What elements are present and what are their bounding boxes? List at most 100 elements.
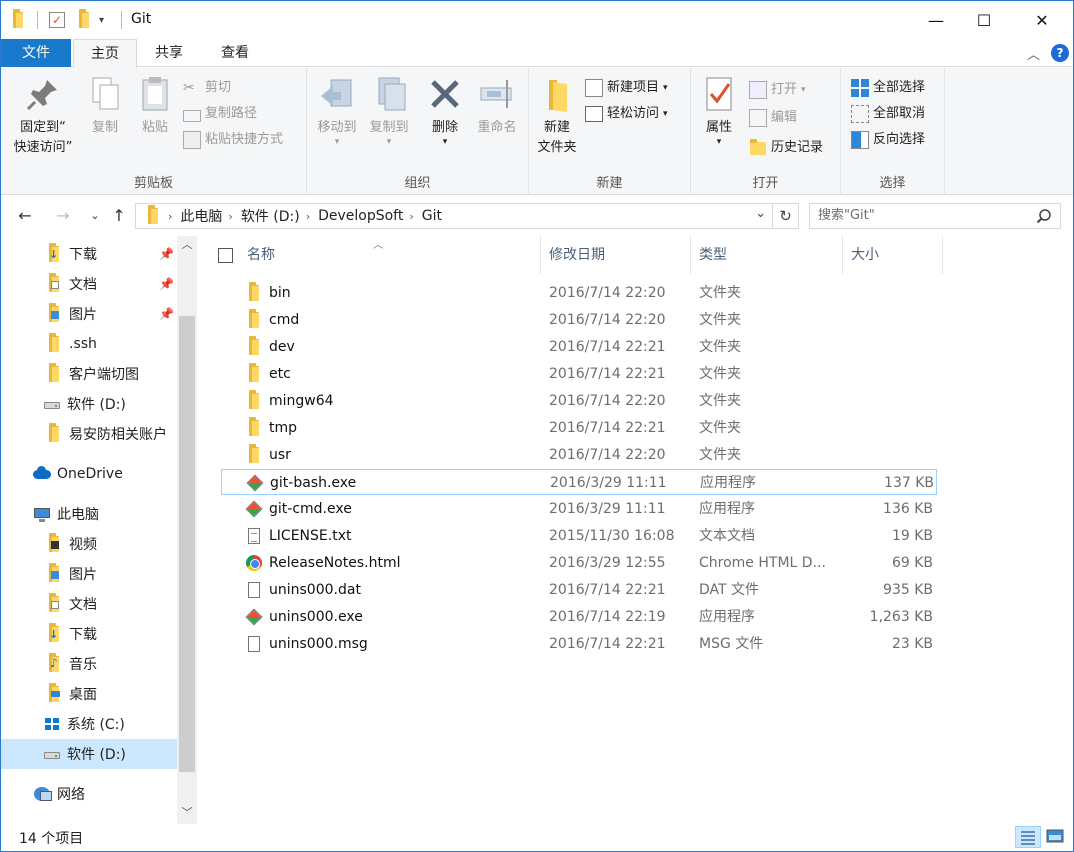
move-to-button[interactable]: 移动到 ▾ — [311, 74, 363, 147]
file-row[interactable]: git-bash.exe 2016/3/29 11:11 应用程序 137 KB — [221, 469, 937, 495]
file-row[interactable]: unins000.dat 2016/7/14 22:21 DAT 文件 935 KB — [221, 577, 937, 603]
nav-scrollbar-thumb[interactable] — [179, 316, 195, 772]
file-row[interactable]: git-cmd.exe 2016/3/29 11:11 应用程序 136 KB — [221, 496, 937, 522]
nav-item-music[interactable]: ♪ 音乐 — [1, 649, 177, 679]
scroll-up-icon[interactable]: ︿ — [177, 236, 197, 254]
file-row[interactable]: tmp 2016/7/14 22:21 文件夹 — [221, 415, 937, 441]
nav-item-quick-downloads[interactable]: ↓ 下载 📌 — [1, 239, 177, 269]
tab-file[interactable]: 文件 — [1, 39, 71, 67]
nav-item-pictures[interactable]: 图片 — [1, 559, 177, 589]
pinned-icon: 📌 — [159, 307, 174, 321]
new-folder-button[interactable]: 新建 文件夹 — [531, 74, 583, 158]
paste-shortcut-button[interactable]: 粘贴快捷方式 — [183, 128, 283, 152]
help-button[interactable]: ? — [1051, 44, 1069, 62]
new-item-button[interactable]: 新建项目 ▾ — [585, 76, 668, 100]
nav-item-quick-documents[interactable]: 文档 📌 — [1, 269, 177, 299]
scroll-down-icon[interactable]: ﹀ — [177, 804, 197, 822]
tab-home[interactable]: 主页 — [73, 39, 137, 68]
nav-item-drive-d[interactable]: 软件 (D:) — [1, 739, 177, 769]
nav-scrollbar[interactable]: ︿ ﹀ — [177, 236, 197, 824]
pin-quick-access-button[interactable]: 固定到“ 快速访问” — [9, 74, 77, 158]
open-button[interactable]: 打开 ▾ — [749, 78, 806, 102]
delete-button[interactable]: 删除 ▾ — [421, 74, 469, 147]
properties-button[interactable]: 属性 ▾ — [695, 74, 743, 147]
pinned-icon: 📌 — [159, 277, 174, 291]
minimize-button[interactable]: — — [913, 1, 959, 39]
file-row[interactable]: cmd 2016/7/14 22:20 文件夹 — [221, 307, 937, 333]
search-input[interactable]: 搜索"Git" — [809, 203, 1061, 229]
nav-item-documents[interactable]: 文档 — [1, 589, 177, 619]
paste-button[interactable]: 粘贴 — [133, 74, 177, 138]
column-header-name[interactable]: 名称 — [239, 236, 541, 274]
nav-item-downloads[interactable]: ↓ 下载 — [1, 619, 177, 649]
nav-item-videos[interactable]: 视频 — [1, 529, 177, 559]
file-row[interactable]: ReleaseNotes.html 2016/3/29 12:55 Chrome H… — [221, 550, 937, 576]
column-header-date[interactable]: 修改日期 — [541, 236, 691, 274]
nav-item-network[interactable]: 网络 — [1, 779, 177, 809]
dropdown-arrow-icon: ▾ — [99, 14, 105, 26]
nav-item-this-pc[interactable]: 此电脑 — [1, 499, 177, 529]
new-folder-quick-button[interactable] — [75, 9, 93, 31]
network-icon — [33, 785, 52, 803]
file-row[interactable]: usr 2016/7/14 22:20 文件夹 — [221, 442, 937, 468]
download-folder-icon: ↓ — [49, 623, 59, 642]
select-all-checkbox[interactable] — [218, 248, 233, 263]
file-name: dev — [269, 339, 295, 355]
file-row[interactable]: bin 2016/7/14 22:20 文件夹 — [221, 280, 937, 306]
copy-path-button[interactable]: 复制路径 — [183, 102, 257, 126]
nav-item-ssh[interactable]: .ssh — [1, 329, 177, 359]
forward-button[interactable]: → — [51, 204, 75, 228]
breadcrumb-drive-d[interactable]: 软件 (D:) — [241, 206, 300, 226]
onedrive-icon — [33, 465, 51, 483]
rename-button[interactable]: 重命名 — [469, 74, 525, 138]
back-button[interactable]: ← — [13, 204, 37, 228]
tab-view[interactable]: 查看 — [205, 39, 265, 67]
copy-to-button[interactable]: 复制到 ▾ — [363, 74, 415, 147]
file-row[interactable]: unins000.msg 2016/7/14 22:21 MSG 文件 23 KB — [221, 631, 937, 657]
copy-button[interactable]: 复制 — [83, 74, 127, 138]
nav-item-quick-drive-d[interactable]: 软件 (D:) — [1, 389, 177, 419]
file-date: 2016/7/14 22:19 — [549, 609, 666, 625]
file-row[interactable]: etc 2016/7/14 22:21 文件夹 — [221, 361, 937, 387]
navigation-bar: ← → ⌄ ↑ › 此电脑 › 软件 (D:) › DevelopSoft › … — [1, 196, 1073, 236]
close-button[interactable]: ✕ — [1019, 1, 1065, 39]
customize-dropdown[interactable]: ▾ — [99, 9, 104, 31]
easy-access-button[interactable]: 轻松访问 ▾ — [585, 102, 668, 126]
breadcrumb-this-pc[interactable]: 此电脑 — [180, 206, 222, 226]
file-date: 2016/3/29 12:55 — [549, 555, 666, 571]
file-row[interactable]: LICENSE.txt 2015/11/30 16:08 文本文档 19 KB — [221, 523, 937, 549]
column-header-size[interactable]: 大小 — [843, 236, 943, 274]
properties-quick-button[interactable]: ✓ — [49, 9, 65, 31]
large-icons-view-button[interactable] — [1043, 826, 1069, 848]
nav-item-quick-pictures[interactable]: 图片 📌 — [1, 299, 177, 329]
maximize-button[interactable]: ☐ — [961, 1, 1007, 39]
file-row[interactable]: dev 2016/7/14 22:21 文件夹 — [221, 334, 937, 360]
edit-button[interactable]: 编辑 — [749, 106, 797, 130]
nav-item-drive-c[interactable]: 系统 (C:) — [1, 709, 177, 739]
up-button[interactable]: ↑ — [107, 204, 131, 228]
address-history-dropdown[interactable]: ⌄ — [755, 206, 766, 221]
invert-selection-button[interactable]: 反向选择 — [851, 128, 925, 152]
column-header-type[interactable]: 类型 — [691, 236, 843, 274]
select-none-button[interactable]: 全部取消 — [851, 102, 925, 126]
collapse-ribbon-button[interactable]: ︿ — [1027, 44, 1040, 63]
file-row[interactable]: mingw64 2016/7/14 22:20 文件夹 — [221, 388, 937, 414]
nav-item-client-slices[interactable]: 客户端切图 — [1, 359, 177, 389]
refresh-button[interactable]: ↻ — [773, 203, 799, 229]
file-type: 文本文档 — [699, 528, 755, 544]
nav-item-onedrive[interactable]: OneDrive — [1, 459, 177, 489]
address-bar[interactable]: › 此电脑 › 软件 (D:) › DevelopSoft › Git ⌄ — [135, 203, 773, 229]
nav-item-desktop[interactable]: 桌面 — [1, 679, 177, 709]
rename-icon — [477, 74, 517, 114]
details-view-button[interactable] — [1015, 826, 1041, 848]
breadcrumb-git[interactable]: Git — [422, 208, 442, 224]
nav-item-account-folder[interactable]: 易安防相关账户 — [1, 419, 177, 449]
recent-locations-button[interactable]: ⌄ — [83, 204, 107, 228]
tab-share[interactable]: 共享 — [141, 39, 197, 67]
breadcrumb-developsoft[interactable]: DevelopSoft — [318, 208, 403, 224]
cut-button[interactable]: ✂ 剪切 — [183, 76, 231, 100]
file-type: 应用程序 — [700, 475, 756, 491]
select-all-button[interactable]: 全部选择 — [851, 76, 925, 100]
file-row[interactable]: unins000.exe 2016/7/14 22:19 应用程序 1,263 KB — [221, 604, 937, 630]
history-button[interactable]: 历史记录 — [749, 136, 823, 160]
